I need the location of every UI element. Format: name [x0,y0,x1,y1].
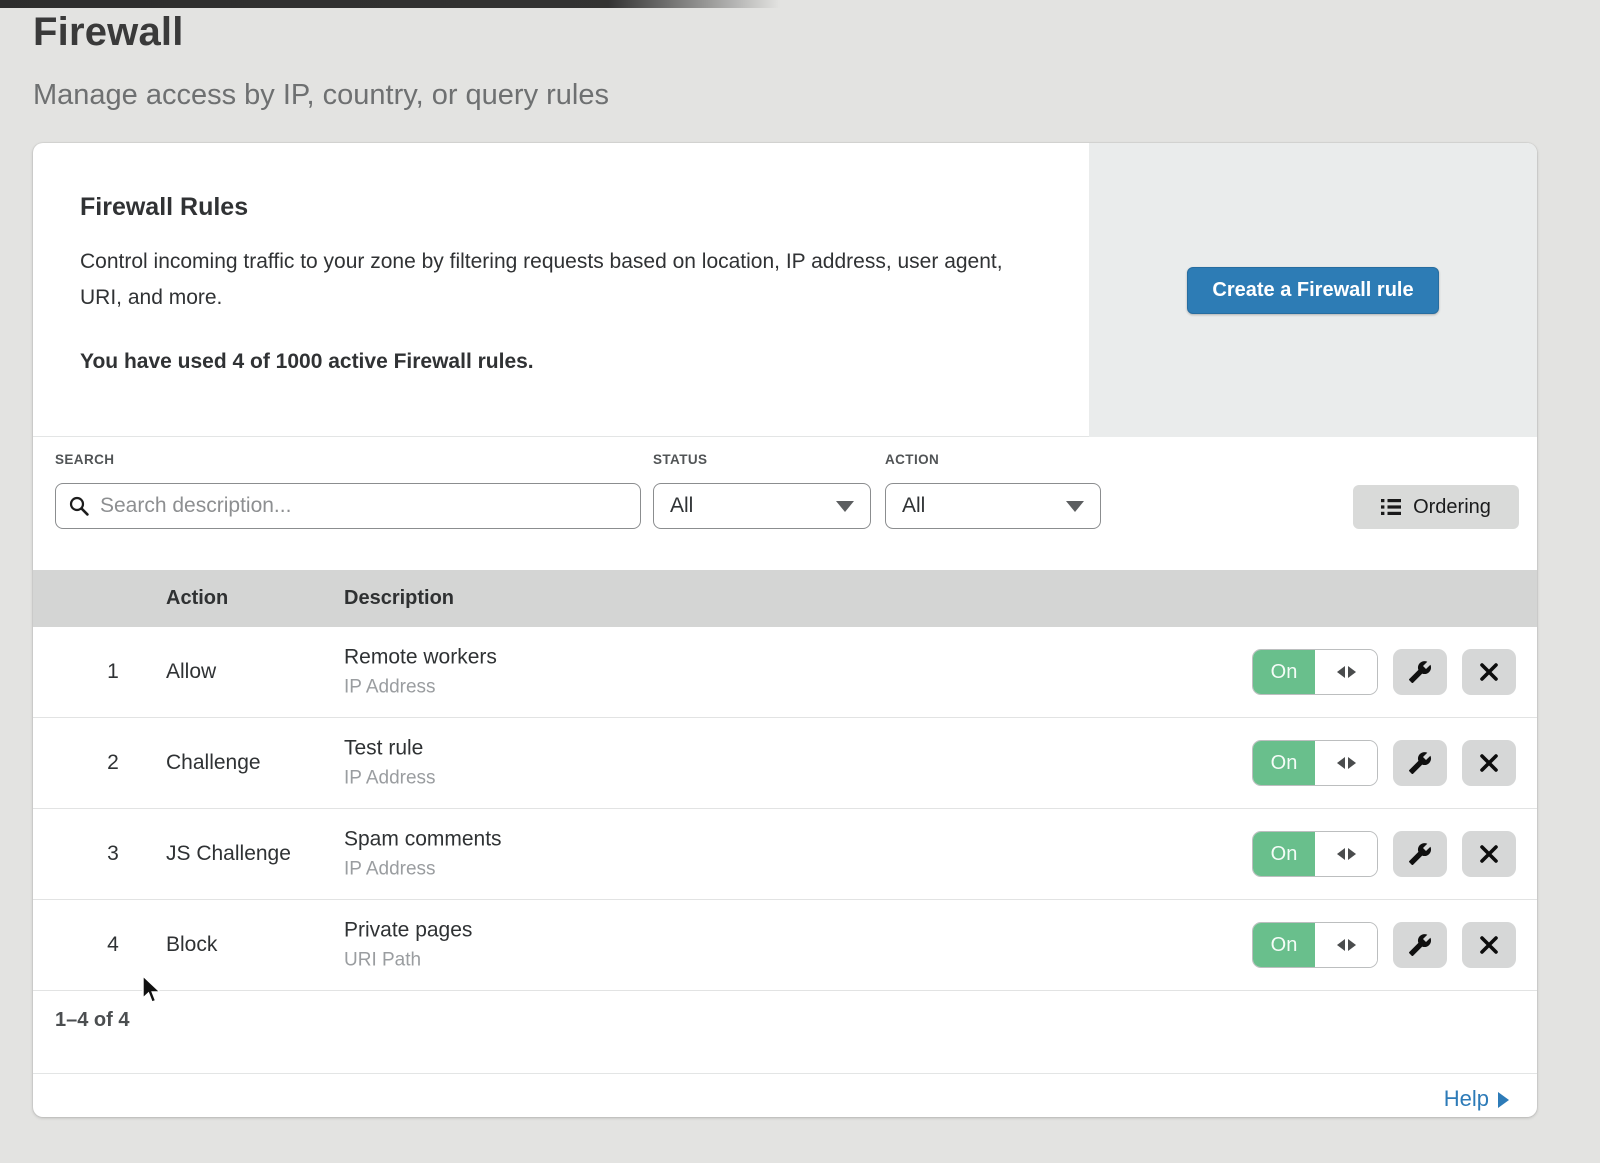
column-header-action: Action [166,570,228,627]
page-title: Firewall [33,10,609,55]
rule-enabled-toggle[interactable]: On [1252,922,1378,968]
rule-description-title: Spam comments [344,828,502,852]
arrow-right-icon [1348,666,1356,678]
toggle-handle [1315,923,1377,967]
toggle-on-label: On [1253,741,1315,785]
arrow-left-icon [1337,939,1345,951]
wrench-icon [1408,842,1432,866]
rule-description: Spam comments IP Address [344,828,502,881]
rule-action: Allow [166,627,216,717]
arrow-left-icon [1337,666,1345,678]
arrow-right-icon [1498,1092,1509,1108]
action-select[interactable]: All [885,483,1101,529]
toggle-handle [1315,741,1377,785]
rule-description-title: Remote workers [344,646,497,670]
firewall-page: { "page": { "title": "Firewall", "subtit… [0,0,1600,1163]
action-label: ACTION [885,452,939,467]
toggle-handle [1315,650,1377,694]
rule-priority: 3 [93,809,133,899]
help-link-label: Help [1444,1086,1489,1112]
ordering-button-label: Ordering [1413,496,1491,519]
table-row: 2 Challenge Test rule IP Address On [33,718,1537,809]
status-select[interactable]: All [653,483,871,529]
intro-text: Firewall Rules Control incoming traffic … [80,193,1040,374]
usage-note: You have used 4 of 1000 active Firewall … [80,350,1040,374]
rule-match-field: IP Address [344,859,502,881]
delete-rule-button[interactable] [1462,649,1516,695]
page-subtitle: Manage access by IP, country, or query r… [33,79,609,112]
rule-action: Block [166,900,217,990]
card-footer: Help [33,1073,1537,1117]
window-top-edge [0,0,780,8]
search-field-wrap [55,483,641,529]
rule-enabled-toggle[interactable]: On [1252,649,1378,695]
edit-rule-button[interactable] [1393,649,1447,695]
chevron-down-icon [1066,501,1084,512]
edit-rule-button[interactable] [1393,922,1447,968]
pagination-summary: 1–4 of 4 [55,1009,129,1032]
card-description: Control incoming traffic to your zone by… [80,244,1040,316]
rule-enabled-toggle[interactable]: On [1252,831,1378,877]
rule-description: Private pages URI Path [344,919,472,972]
table-row: 4 Block Private pages URI Path On [33,900,1537,991]
column-header-description: Description [344,570,454,627]
edit-rule-button[interactable] [1393,740,1447,786]
rule-match-field: IP Address [344,677,497,699]
rule-action: Challenge [166,718,261,808]
rule-description-title: Test rule [344,737,436,761]
rule-enabled-toggle[interactable]: On [1252,740,1378,786]
rule-action: JS Challenge [166,809,291,899]
create-firewall-rule-button[interactable]: Create a Firewall rule [1187,267,1438,314]
toggle-on-label: On [1253,832,1315,876]
arrow-right-icon [1348,757,1356,769]
close-icon [1478,752,1500,774]
status-select-value: All [670,494,693,518]
firewall-rules-intro: Firewall Rules Control incoming traffic … [33,143,1537,437]
delete-rule-button[interactable] [1462,831,1516,877]
table-row: 3 JS Challenge Spam comments IP Address … [33,809,1537,900]
table-row: 1 Allow Remote workers IP Address On [33,627,1537,718]
arrow-left-icon [1337,757,1345,769]
create-rule-panel: Create a Firewall rule [1089,143,1537,437]
toggle-on-label: On [1253,650,1315,694]
search-icon [69,496,89,516]
rule-match-field: URI Path [344,950,472,972]
help-link[interactable]: Help [1444,1086,1509,1112]
wrench-icon [1408,660,1432,684]
rule-description-title: Private pages [344,919,472,943]
arrow-right-icon [1348,939,1356,951]
toggle-on-label: On [1253,923,1315,967]
rule-priority: 2 [93,718,133,808]
close-icon [1478,661,1500,683]
delete-rule-button[interactable] [1462,740,1516,786]
rule-priority: 4 [93,900,133,990]
rule-match-field: IP Address [344,768,436,790]
action-select-value: All [902,494,925,518]
wrench-icon [1408,933,1432,957]
table-header: Action Description [33,570,1537,627]
ordering-button[interactable]: Ordering [1353,485,1519,529]
rule-priority: 1 [93,627,133,717]
arrow-left-icon [1337,848,1345,860]
delete-rule-button[interactable] [1462,922,1516,968]
wrench-icon [1408,751,1432,775]
edit-rule-button[interactable] [1393,831,1447,877]
rules-table-body: 1 Allow Remote workers IP Address On 2 C… [33,627,1537,991]
search-input[interactable] [55,483,641,529]
firewall-rules-card: Firewall Rules Control incoming traffic … [33,143,1537,1117]
card-heading: Firewall Rules [80,193,1040,222]
rule-description: Test rule IP Address [344,737,436,790]
close-icon [1478,934,1500,956]
search-label: SEARCH [55,452,114,467]
toggle-handle [1315,832,1377,876]
arrow-right-icon [1348,848,1356,860]
rule-description: Remote workers IP Address [344,646,497,699]
status-label: STATUS [653,452,707,467]
ordered-list-icon [1381,497,1401,517]
chevron-down-icon [836,501,854,512]
close-icon [1478,843,1500,865]
page-header: Firewall Manage access by IP, country, o… [33,10,609,112]
